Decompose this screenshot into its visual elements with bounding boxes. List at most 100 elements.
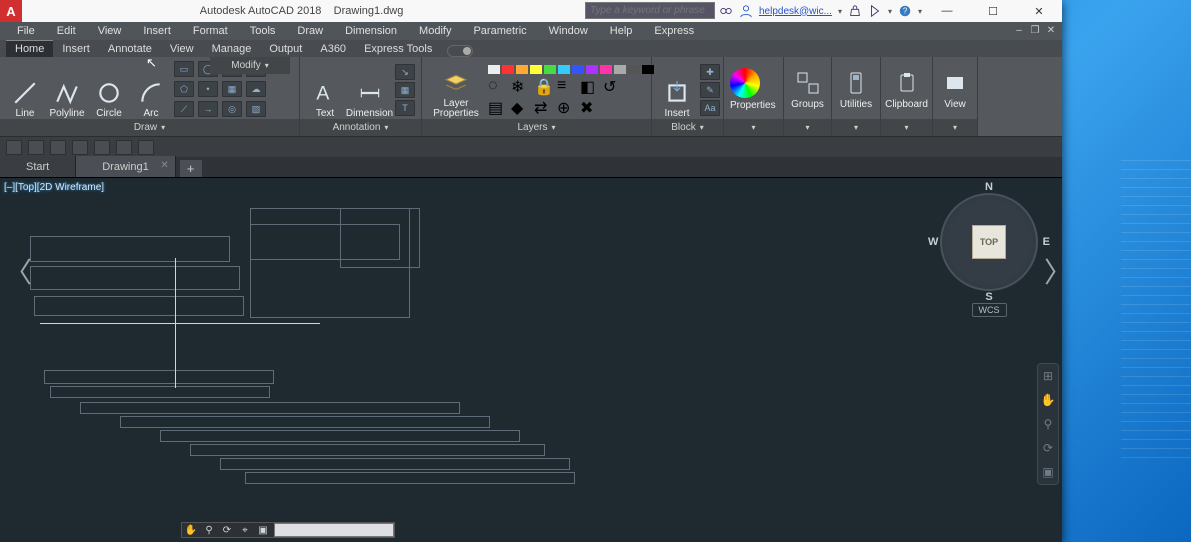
ribtab-a360[interactable]: A360 [311,40,355,57]
wcs-badge[interactable]: WCS [972,303,1007,317]
donut-icon[interactable]: ◎ [222,101,242,117]
menu-draw[interactable]: Draw [286,22,334,40]
infocenter-search[interactable] [585,2,715,19]
compass-e[interactable]: E [1043,236,1050,248]
mdi-close-button[interactable]: ✕ [1044,23,1058,37]
chevron-down-icon[interactable]: ▾ [552,123,556,132]
menu-dimension[interactable]: Dimension [334,22,408,40]
mdi-minimize-button[interactable]: – [1012,23,1026,37]
wipeout-icon[interactable]: ▧ [246,101,266,117]
point-icon[interactable]: • [198,81,218,97]
help-icon[interactable]: ? [898,4,912,18]
layer-swatches[interactable] [488,65,655,74]
qat-new-icon[interactable] [6,140,22,155]
nav-fullnav-icon[interactable]: ⊞ [1040,368,1056,384]
viewcube-compass[interactable]: TOP N S E W [940,193,1038,291]
measure-icon[interactable] [844,71,868,95]
layer-properties-button[interactable]: Layer Properties [428,61,484,119]
viewcube-face-top[interactable]: TOP [972,225,1006,259]
insert-block-button[interactable]: Insert [658,61,696,119]
new-tab-button[interactable]: + [180,160,202,177]
layer-color-icon[interactable]: ◆ [511,98,531,116]
layer-isolate-icon[interactable]: ◧ [580,77,600,95]
dimension-button[interactable]: Dimension [348,61,391,119]
tab-drawing1[interactable]: Drawing1✕ [76,156,175,177]
showmotion-icon[interactable]: ▣ [254,523,272,537]
binoculars-icon[interactable] [719,4,733,18]
region-icon[interactable]: ▦ [222,81,242,97]
menu-express[interactable]: Express [643,22,705,40]
ribtab-view[interactable]: View [161,40,203,57]
layer-freeze-icon[interactable]: ❄ [511,77,531,95]
ribtab-express[interactable]: Express Tools [355,40,441,57]
ribtab-annotate[interactable]: Annotate [99,40,161,57]
steering-icon[interactable]: ⌖ [236,523,254,537]
infocenter-search-input[interactable] [586,3,714,18]
menu-parametric[interactable]: Parametric [462,22,537,40]
nav-pan-icon[interactable]: ✋ [1040,392,1056,408]
flick-left-icon[interactable]: 〈 [4,251,32,291]
text-button[interactable]: A Text [306,61,344,119]
layer-delete-icon[interactable]: ✖ [580,98,600,116]
menu-help[interactable]: Help [599,22,644,40]
menu-format[interactable]: Format [182,22,239,40]
nav-zoom-icon[interactable]: ⚲ [1040,416,1056,432]
ribtab-output[interactable]: Output [260,40,311,57]
qat-saveas-icon[interactable] [72,140,88,155]
circle-button[interactable]: Circle [90,61,128,119]
maximize-button[interactable]: ☐ [970,0,1016,22]
qat-redo-icon[interactable] [138,140,154,155]
ray-icon[interactable]: → [198,101,218,117]
menu-file[interactable]: File [6,22,46,40]
qat-open-icon[interactable] [28,140,44,155]
create-block-icon[interactable]: ✚ [700,64,720,80]
edit-block-icon[interactable]: ✎ [700,82,720,98]
close-button[interactable]: ✕ [1016,0,1062,22]
chevron-down-icon[interactable]: ▾ [805,123,809,132]
construction-line-icon[interactable]: ⟋ [174,101,194,117]
leader-icon[interactable]: ↘ [395,64,415,80]
chevron-down-icon[interactable]: ▾ [265,61,269,70]
inline-input[interactable] [274,523,394,537]
chevron-down-icon[interactable]: ▾ [751,123,755,132]
menu-modify[interactable]: Modify [408,22,462,40]
tab-start[interactable]: Start [0,156,76,177]
navigation-bar[interactable]: ⊞ ✋ ⚲ ⟳ ▣ [1037,363,1059,485]
nav-orbit-icon[interactable]: ⟳ [1040,440,1056,456]
menu-edit[interactable]: Edit [46,22,87,40]
chevron-down-icon[interactable]: ▾ [700,123,704,132]
ribtab-manage[interactable]: Manage [203,40,261,57]
paste-icon[interactable] [895,71,919,95]
line-button[interactable]: Line [6,61,44,119]
rectangle-icon[interactable]: ▭ [174,61,194,77]
layer-off-icon[interactable]: ◌ [488,77,508,95]
chevron-down-icon[interactable]: ▾ [161,123,165,132]
view-base-icon[interactable] [943,71,967,95]
nav-showmotion-icon[interactable]: ▣ [1040,464,1056,480]
color-wheel-icon[interactable] [730,68,760,98]
orbit-icon[interactable]: ⟳ [218,523,236,537]
mtext-icon[interactable]: T [395,100,415,116]
menu-insert[interactable]: Insert [132,22,182,40]
qat-undo-icon[interactable] [116,140,132,155]
viewcube[interactable]: TOP N S E W WCS [934,193,1044,333]
qat-plot-icon[interactable] [94,140,110,155]
drawing-canvas[interactable]: [–][Top][2D Wireframe] ✋ ⚲ ⟳ ⌖ ▣ [0,178,1062,542]
menu-window[interactable]: Window [538,22,599,40]
compass-w[interactable]: W [928,236,938,248]
qat-save-icon[interactable] [50,140,66,155]
compass-s[interactable]: S [985,291,992,303]
user-name[interactable]: helpdesk@wic... [759,6,832,17]
ribtab-home[interactable]: Home [6,40,53,57]
close-icon[interactable]: ✕ [160,160,168,171]
ribbon-toggle[interactable] [447,45,473,57]
pan-icon[interactable]: ✋ [182,523,200,537]
groups-icon[interactable] [796,71,820,95]
viewport-label[interactable]: [–][Top][2D Wireframe] [4,182,104,193]
signin-icon[interactable] [739,4,753,18]
block-attr-icon[interactable]: Aa [700,100,720,116]
menu-view[interactable]: View [87,22,133,40]
layer-lock-icon[interactable]: 🔒 [534,77,554,95]
flick-right-icon[interactable]: 〉 [1044,251,1072,291]
revision-cloud-icon[interactable]: ☁ [246,81,266,97]
